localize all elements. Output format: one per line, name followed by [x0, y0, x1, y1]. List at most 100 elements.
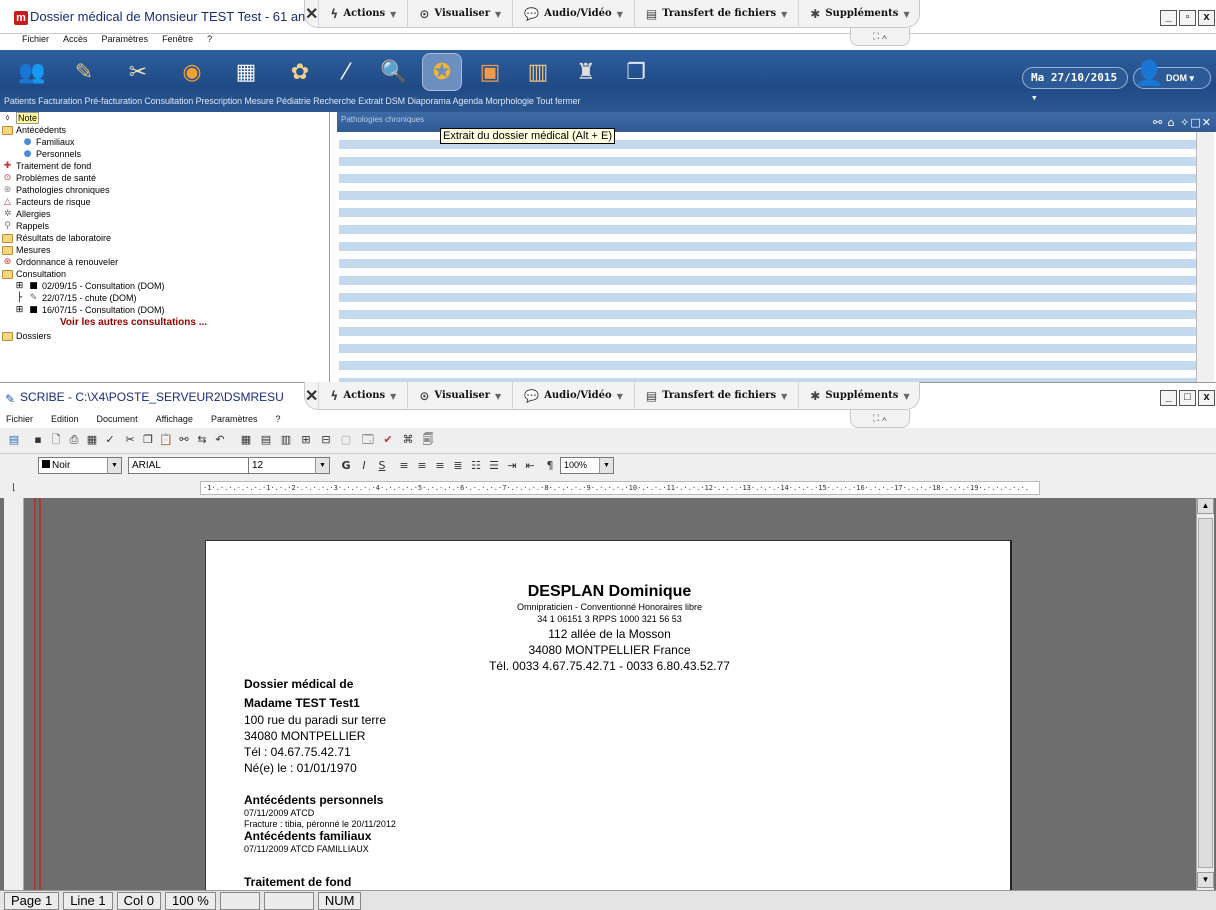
underline-button[interactable]: S: [374, 458, 390, 474]
abc-check-icon[interactable]: ✔: [380, 432, 396, 448]
document-page[interactable]: DESPLAN Dominique Omnipraticien - Conven…: [205, 540, 1012, 890]
menu-parametres[interactable]: Paramètres: [211, 414, 258, 424]
prefacturation-icon[interactable]: ✂: [118, 53, 158, 91]
bold-button[interactable]: G: [338, 458, 354, 474]
remote-bar-collapse-tab[interactable]: ⛶ ∧: [850, 410, 910, 428]
actions-menu[interactable]: ϟ Actions ▼: [318, 0, 407, 28]
close-button[interactable]: x: [1198, 390, 1215, 406]
print-icon[interactable]: ⎙: [66, 432, 82, 448]
prescription-icon[interactable]: ▦: [226, 53, 266, 91]
color-select[interactable]: Noir ▼: [38, 457, 122, 474]
justify-icon[interactable]: ≣: [450, 458, 466, 474]
bullet-list-icon[interactable]: ☰: [486, 458, 502, 474]
see-more-consultations-link[interactable]: Voir les autres consultations ...: [60, 316, 207, 328]
table-cols-icon[interactable]: ▥: [278, 432, 294, 448]
scroll-down-button[interactable]: ▼: [1197, 872, 1214, 888]
copy-icon[interactable]: ❐: [140, 432, 156, 448]
delete-icon[interactable]: ▢: [338, 432, 354, 448]
vertical-ruler[interactable]: [4, 498, 24, 890]
tree-item-personnels[interactable]: ● Personnels: [22, 148, 81, 160]
maximize-button[interactable]: □: [1179, 390, 1196, 406]
paragraph-icon[interactable]: ¶: [542, 458, 558, 474]
paste-icon[interactable]: 📋: [158, 432, 174, 448]
tout-fermer-icon[interactable]: ❐: [616, 53, 656, 91]
replace-icon[interactable]: ⇆: [194, 432, 210, 448]
patients-icon[interactable]: 👥: [12, 53, 52, 91]
minimize-button[interactable]: _: [1160, 10, 1177, 26]
tree-item-facteurs[interactable]: △ Facteurs de risque: [2, 196, 91, 208]
minimize-button[interactable]: _: [1160, 390, 1177, 406]
mesure-icon[interactable]: ✿: [280, 53, 320, 91]
outdent-icon[interactable]: ⇤: [522, 458, 538, 474]
italic-button[interactable]: I: [356, 458, 372, 474]
remote-close-button[interactable]: ✕: [305, 4, 318, 24]
menu-parametres[interactable]: Paramètres: [102, 34, 149, 44]
tree-item-mesures[interactable]: Mesures: [2, 244, 51, 256]
supplements-menu[interactable]: ✱ Suppléments ▼: [798, 381, 920, 410]
tree-item-note[interactable]: ⬨ Note: [2, 112, 40, 124]
supplements-menu[interactable]: ✱ Suppléments ▼: [798, 0, 920, 28]
table-insert-icon[interactable]: ▤: [258, 432, 274, 448]
close-icon[interactable]: ✕: [1202, 116, 1212, 129]
scribe-logo-icon[interactable]: ▤: [6, 432, 22, 448]
tree-item-consult-1[interactable]: ⊞ ■ 02/09/15 - Consultation (DOM): [14, 280, 165, 292]
macro-icon[interactable]: ⌘: [400, 432, 416, 448]
tree-item-ordonnance[interactable]: ⊛ Ordonnance à renouveler: [2, 256, 118, 268]
pathologies-list[interactable]: [339, 132, 1196, 382]
insert-col-icon[interactable]: ⊟: [318, 432, 334, 448]
insert-row-icon[interactable]: ⊞: [298, 432, 314, 448]
tree-item-dossiers[interactable]: Dossiers: [2, 330, 51, 342]
recherche-icon[interactable]: 🔍: [374, 53, 414, 91]
save-icon[interactable]: ▪: [30, 432, 46, 448]
tab-type-icon[interactable]: ⌊: [6, 480, 22, 496]
file-transfer-menu[interactable]: ▤ Transfert de fichiers ▼: [633, 381, 798, 410]
indent-icon[interactable]: ⇥: [504, 458, 520, 474]
visualiser-menu[interactable]: ⊙ Visualiser ▼: [407, 0, 512, 28]
menu-fenetre[interactable]: Fenêtre: [162, 34, 193, 44]
menu-edition[interactable]: Edition: [51, 414, 79, 424]
menu-acces[interactable]: Accès: [63, 34, 88, 44]
file-transfer-menu[interactable]: ▤ Transfert de fichiers ▼: [633, 0, 798, 28]
remote-bar-collapse-tab[interactable]: ⛶ ∧: [850, 28, 910, 46]
date-selector[interactable]: Ma 27/10/2015 ▾: [1022, 67, 1128, 104]
find-icon[interactable]: ⚯: [176, 432, 192, 448]
cut-icon[interactable]: ✂: [122, 432, 138, 448]
print-setup-icon[interactable]: ▦: [84, 432, 100, 448]
numbered-list-icon[interactable]: ☷: [468, 458, 484, 474]
tree-item-antecedents[interactable]: Antécédents: [2, 124, 66, 136]
undo-icon[interactable]: ↶: [212, 432, 228, 448]
restore-button[interactable]: ▫: [1179, 10, 1196, 26]
horizontal-ruler[interactable]: ·1·.·.·.·.·.·.·1·.·.·2·.·.·.·.·3·.·.·.·.…: [200, 481, 1040, 495]
document-scrollbar[interactable]: ▲ ▼: [1196, 498, 1214, 890]
menu-help[interactable]: ?: [275, 414, 280, 424]
align-right-icon[interactable]: ≡: [432, 458, 448, 474]
maximize-icon[interactable]: □: [1190, 116, 1201, 129]
menu-help[interactable]: ?: [207, 34, 212, 44]
menu-document[interactable]: Document: [97, 414, 138, 424]
binoculars-icon[interactable]: ⚯: [1153, 116, 1163, 129]
tree-item-problemes[interactable]: ⊙ Problèmes de santé: [2, 172, 96, 184]
tree-item-consult-3[interactable]: ⊞ ■ 16/07/15 - Consultation (DOM): [14, 304, 165, 316]
diaporama-icon[interactable]: ▣: [470, 53, 510, 91]
morphologie-icon[interactable]: ♜: [566, 53, 606, 91]
tree-item-resultats[interactable]: Résultats de laboratoire: [2, 232, 111, 244]
font-size-select[interactable]: 12 ▼: [248, 457, 330, 474]
scroll-up-button[interactable]: ▲: [1197, 498, 1214, 514]
consultation-icon[interactable]: ◉: [172, 53, 212, 91]
print-preview-icon[interactable]: 🗐: [420, 432, 436, 448]
tree-item-familiaux[interactable]: ● Familiaux: [22, 136, 75, 148]
facturation-icon[interactable]: ✎: [64, 53, 104, 91]
audio-video-menu[interactable]: 💬 Audio/Vidéo ▼: [512, 381, 634, 410]
remote-close-button[interactable]: ✕: [305, 386, 318, 406]
trash-icon[interactable]: ⌂: [1168, 116, 1176, 129]
extrait-dsm-icon[interactable]: ✪: [422, 53, 462, 91]
align-center-icon[interactable]: ≡: [414, 458, 430, 474]
table-icon[interactable]: ▦: [238, 432, 254, 448]
tree-item-consultation[interactable]: Consultation: [2, 268, 66, 280]
tree-item-pathologies[interactable]: ⊛ Pathologies chroniques: [2, 184, 110, 196]
pane-scrollbar[interactable]: [1196, 132, 1214, 382]
zoom-page-icon[interactable]: 🗔: [360, 432, 376, 448]
actions-menu[interactable]: ϟ Actions ▼: [318, 381, 407, 410]
tree-item-consult-2[interactable]: ├ ✎ 22/07/15 - chute (DOM): [14, 292, 137, 304]
scroll-thumb[interactable]: [1198, 518, 1213, 868]
